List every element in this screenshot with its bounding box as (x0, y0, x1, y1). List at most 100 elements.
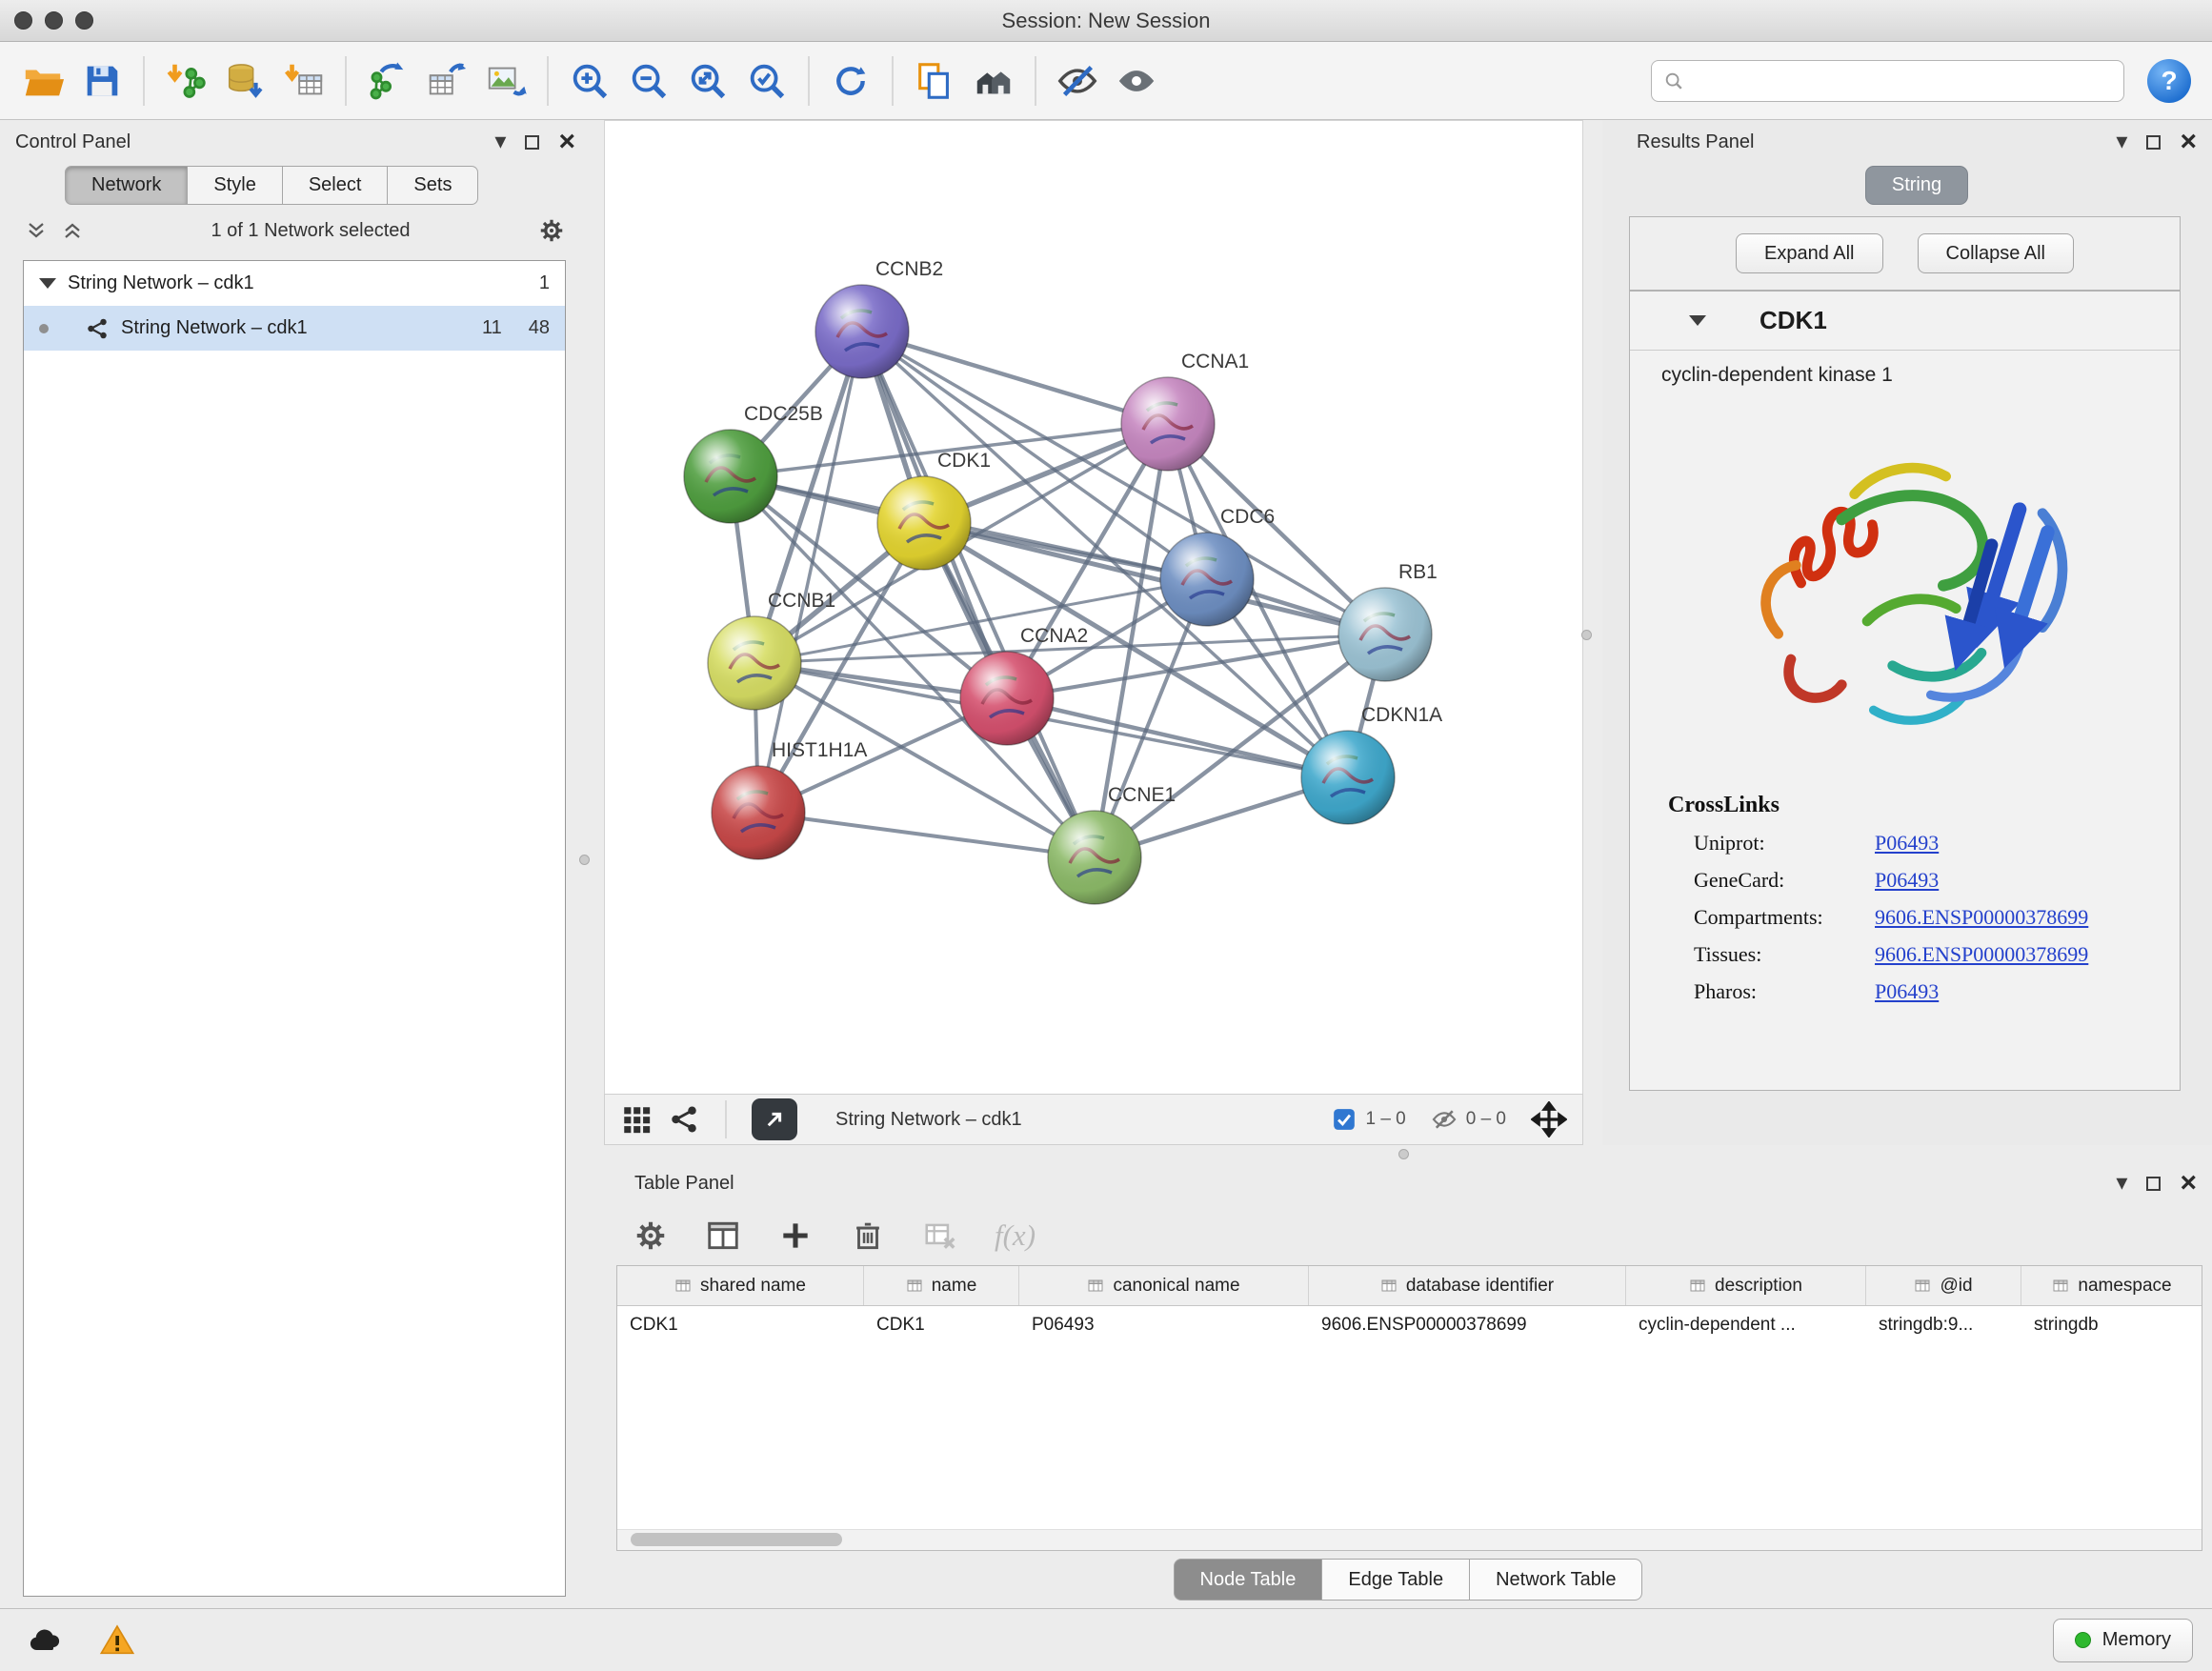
open-in-new-button[interactable] (752, 1098, 797, 1140)
network-node-CCNA1[interactable]: CCNA1 (1121, 351, 1249, 471)
column-header-description[interactable]: description (1626, 1266, 1866, 1305)
export-network-button[interactable] (360, 50, 415, 111)
close-window-button[interactable] (14, 11, 32, 30)
network-node-CDKN1A[interactable]: CDKN1A (1301, 704, 1442, 824)
tree-expand-icon[interactable] (39, 278, 56, 289)
save-session-button[interactable] (74, 50, 130, 111)
network-edge[interactable] (758, 813, 1095, 857)
memory-button[interactable]: Memory (2053, 1619, 2193, 1662)
network-canvas[interactable]: CCNB2CCNA1CDC25BCDK1CDC6RB1CCNB1CCNA2CDK… (604, 120, 1583, 1094)
tab-network-table[interactable]: Network Table (1470, 1559, 1642, 1601)
import-table-file-button[interactable] (276, 50, 332, 111)
pan-crosshair-icon[interactable] (1531, 1101, 1567, 1137)
expand-all-button[interactable]: Expand All (1736, 233, 1883, 273)
apply-layout-button[interactable] (823, 50, 878, 111)
network-row[interactable]: String Network – cdk1 11 48 (24, 306, 565, 351)
network-node-CDC25B[interactable]: CDC25B (684, 403, 823, 523)
crosslink-link[interactable]: 9606.ENSP00000378699 (1875, 942, 2088, 967)
network-node-HIST1H1A[interactable]: HIST1H1A (712, 739, 867, 859)
function-builder-button[interactable]: f(x) (995, 1218, 1036, 1253)
eye-slash-icon[interactable] (1431, 1106, 1458, 1133)
tab-network[interactable]: Network (65, 166, 188, 205)
splitter-handle[interactable] (1581, 630, 1592, 640)
panel-float-button[interactable] (525, 135, 539, 150)
delete-table-button[interactable] (922, 1218, 958, 1254)
crosslink-link[interactable]: P06493 (1875, 979, 1939, 1004)
crosslink-row: Compartments:9606.ENSP00000378699 (1668, 893, 2180, 930)
zoom-out-button[interactable] (621, 50, 676, 111)
network-edge[interactable] (862, 332, 1095, 857)
panel-collapse-button[interactable]: ▾ (2116, 131, 2127, 153)
import-network-file-button[interactable] (158, 50, 213, 111)
horizontal-scrollbar[interactable] (617, 1529, 2202, 1550)
warnings-button[interactable] (91, 1618, 143, 1663)
network-edge[interactable] (862, 332, 1168, 424)
grid-icon[interactable] (620, 1103, 653, 1136)
checkbox-icon[interactable] (1332, 1107, 1357, 1132)
table-panel-header: Table Panel ▾ × (604, 1160, 2212, 1206)
tab-edge-table[interactable]: Edge Table (1322, 1559, 1470, 1601)
network-node-RB1[interactable]: RB1 (1338, 561, 1438, 681)
maximize-window-button[interactable] (75, 11, 93, 30)
search-input[interactable] (1692, 70, 2112, 91)
protein-card: CDK1 cyclin-dependent kinase 1 (1629, 291, 2181, 1091)
crosslink-link[interactable]: 9606.ENSP00000378699 (1875, 905, 2088, 930)
gear-icon[interactable] (537, 216, 566, 245)
splitter-handle[interactable] (1398, 1149, 1409, 1159)
hide-selected-button[interactable] (1050, 50, 1105, 111)
panel-float-button[interactable] (2146, 1177, 2161, 1191)
zoom-fit-button[interactable] (680, 50, 735, 111)
scrollbar-thumb[interactable] (631, 1533, 842, 1546)
birds-eye-button[interactable] (966, 50, 1021, 111)
tab-select[interactable]: Select (283, 166, 389, 205)
tab-sets[interactable]: Sets (388, 166, 478, 205)
panel-collapse-button[interactable]: ▾ (494, 131, 506, 153)
crosslink-link[interactable]: P06493 (1875, 868, 1939, 893)
protein-card-header[interactable]: CDK1 (1630, 292, 2180, 351)
collapse-all-icon[interactable] (25, 219, 48, 242)
show-all-button[interactable] (1109, 50, 1164, 111)
panel-float-button[interactable] (2146, 135, 2161, 150)
column-header-name[interactable]: name (864, 1266, 1019, 1305)
cloud-button[interactable] (19, 1618, 70, 1663)
network-edge[interactable] (1007, 698, 1348, 777)
table-settings-button[interactable] (633, 1218, 669, 1254)
export-image-button[interactable] (478, 50, 533, 111)
splitter-handle[interactable] (579, 855, 590, 865)
search-icon (1663, 70, 1684, 91)
tab-node-table[interactable]: Node Table (1174, 1559, 1323, 1601)
collapse-all-button[interactable]: Collapse All (1918, 233, 2075, 273)
network-collection-row[interactable]: String Network – cdk1 1 (24, 261, 565, 306)
network-node-CCNB1[interactable]: CCNB1 (708, 590, 835, 710)
export-table-button[interactable] (419, 50, 474, 111)
duplicate-network-button[interactable] (907, 50, 962, 111)
collapse-section-icon[interactable] (1689, 315, 1706, 326)
column-header-database-identifier[interactable]: database identifier (1309, 1266, 1626, 1305)
tab-string[interactable]: String (1865, 166, 1968, 205)
share-icon[interactable] (668, 1103, 700, 1136)
select-columns-button[interactable] (705, 1218, 741, 1254)
import-network-database-button[interactable] (217, 50, 272, 111)
minimize-window-button[interactable] (45, 11, 63, 30)
zoom-selected-button[interactable] (739, 50, 794, 111)
add-column-button[interactable] (777, 1218, 814, 1254)
column-header-canonical-name[interactable]: canonical name (1019, 1266, 1309, 1305)
column-header-shared-name[interactable]: shared name (617, 1266, 864, 1305)
tab-style[interactable]: Style (188, 166, 282, 205)
open-session-button[interactable] (15, 50, 70, 111)
column-header-namespace[interactable]: namespace (2021, 1266, 2202, 1305)
vertical-splitter[interactable] (591, 120, 604, 1608)
panel-close-button[interactable]: × (2180, 128, 2197, 156)
panel-close-button[interactable]: × (558, 128, 575, 156)
results-actions: Expand All Collapse All (1629, 216, 2181, 291)
help-button[interactable]: ? (2147, 59, 2191, 103)
panel-close-button[interactable]: × (2180, 1169, 2197, 1198)
delete-column-button[interactable] (850, 1218, 886, 1254)
panel-collapse-button[interactable]: ▾ (2116, 1172, 2127, 1195)
zoom-in-button[interactable] (562, 50, 617, 111)
expand-all-icon[interactable] (61, 219, 84, 242)
table-row[interactable]: CDK1CDK1P064939606.ENSP00000378699cyclin… (617, 1306, 2202, 1344)
column-header--id[interactable]: @id (1866, 1266, 2021, 1305)
crosslink-link[interactable]: P06493 (1875, 831, 1939, 856)
network-node-CCNB2[interactable]: CCNB2 (815, 258, 943, 378)
